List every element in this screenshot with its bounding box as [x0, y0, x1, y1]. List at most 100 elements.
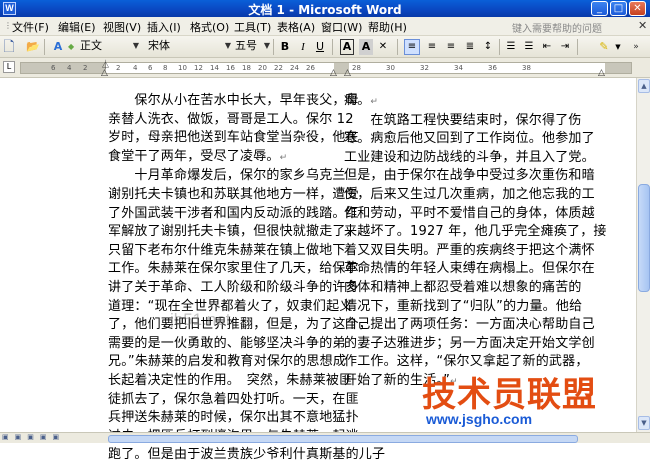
- document-line: 寒。病愈后他又回到了工作岗位。他参加了: [344, 131, 595, 147]
- help-search-input[interactable]: 键入需要帮助的问题: [512, 20, 638, 35]
- font-size-value: 五号: [235, 39, 257, 52]
- bold-button[interactable]: B: [278, 39, 292, 55]
- document-line: 长起着决定性的作用。 突然，朱赫莱被匪: [108, 372, 353, 388]
- ruler-tick: 2: [116, 64, 121, 72]
- menu-format[interactable]: 格式(O): [190, 19, 229, 35]
- view-buttons-icon[interactable]: ▣▣▣▣▣: [2, 433, 102, 444]
- menu-file[interactable]: 文件(F): [12, 19, 49, 35]
- document-close-icon[interactable]: ✕: [638, 19, 649, 33]
- document-line: 只留下老布尔什维克朱赫莱在镇上做地下: [108, 242, 346, 258]
- document-line: 自己提出了两项任务：一方面决心帮助自己: [344, 317, 595, 333]
- ruler-ticks: 6 4 2 2 4 6 8 10 12 14 16 18 20 22 24 26…: [0, 63, 650, 73]
- document-line: 工作。朱赫莱在保尔家里住了几天，给保尔: [108, 261, 359, 277]
- document-line: 谢别托夫卡镇也和苏联其他地方一样，遭受: [108, 186, 359, 202]
- increase-indent-icon[interactable]: ⇥: [558, 39, 572, 55]
- menu-table[interactable]: 表格(A): [277, 19, 315, 35]
- ruler-tick: 28: [352, 64, 361, 72]
- highlight-icon[interactable]: ✎: [597, 39, 611, 55]
- document-line: 亲替人洗衣、做饭，哥哥是工人。保尔 12: [108, 111, 354, 127]
- style-value: 正文: [80, 39, 102, 52]
- italic-button[interactable]: I: [296, 39, 310, 55]
- font-value: 宋体: [148, 39, 170, 52]
- minimize-button[interactable]: _: [591, 1, 608, 16]
- document-line: 十月革命爆发后，保尔的家乡乌克兰: [108, 168, 346, 184]
- document-line: 工业建设和边防战线的斗争，并且入了党。: [344, 149, 595, 165]
- style-dropdown[interactable]: 正文 ▼: [78, 39, 140, 55]
- ruler-tick: 12: [194, 64, 203, 72]
- document-line: 肉体和精神上都忍受着难以想象的痛苦的: [344, 279, 582, 295]
- chevron-down-icon[interactable]: ▼: [614, 39, 622, 55]
- document-line: 食堂干了两年，受尽了凌辱。↵: [108, 148, 288, 164]
- ruler-tick: 32: [420, 64, 429, 72]
- document-line: 革命热情的年轻人束缚在病榻上。但保尔在: [344, 261, 595, 277]
- left-column: 保尔从小在苦水中长大，早年丧父，母 亲替人洗衣、做饭，哥哥是工人。保尔 12 岁时，…: [108, 92, 386, 465]
- vertical-scrollbar[interactable]: ▲ ▼: [636, 78, 650, 432]
- watermark-logo: 技术员联盟: [422, 375, 597, 415]
- document-line: 瘸。↵: [344, 93, 379, 108]
- ruler-tick: 6: [51, 64, 56, 72]
- right-column: 瘸。↵ 在筑路工程快要结束时，保尔得了伤 寒。病愈后他又回到了工作岗位。他参加了工…: [344, 92, 607, 392]
- align-right-button[interactable]: ≡: [443, 39, 459, 55]
- scroll-up-icon[interactable]: ▲: [638, 79, 650, 93]
- watermark-url: www.jsgho.com: [426, 411, 533, 427]
- document-line: 兄。”朱赫莱的启发和教育对保尔的思想成: [108, 354, 347, 370]
- new-document-icon[interactable]: 🗋: [3, 39, 15, 55]
- menu-insert[interactable]: 插入(I): [147, 19, 181, 35]
- scroll-down-icon[interactable]: ▼: [638, 416, 650, 430]
- font-size-dropdown[interactable]: 五号 ▼: [233, 39, 271, 55]
- distributed-align-button[interactable]: ≣: [462, 39, 478, 55]
- ruler-tick: 22: [274, 64, 283, 72]
- h-scroll-thumb[interactable]: [108, 435, 578, 443]
- line-spacing-icon[interactable]: ↕: [481, 39, 495, 55]
- ruler-tick: 38: [522, 64, 531, 72]
- style-pane-icon[interactable]: A: [50, 39, 66, 55]
- open-folder-icon[interactable]: 📂: [26, 39, 40, 55]
- close-button[interactable]: ✕: [629, 1, 646, 16]
- menu-window[interactable]: 窗口(W): [321, 19, 362, 35]
- ruler-tick: 26: [306, 64, 315, 72]
- menu-edit[interactable]: 编辑(E): [58, 19, 96, 35]
- ruler-tick: 20: [258, 64, 267, 72]
- title-bar: W 文档 1 - Microsoft Word _ □ ✕: [0, 0, 650, 17]
- document-line: 跑了。但是由于波兰贵族少爷利什真斯基的儿子: [108, 447, 386, 463]
- menu-help[interactable]: 帮助(H): [368, 19, 407, 35]
- maximize-button[interactable]: □: [610, 1, 627, 16]
- decrease-indent-icon[interactable]: ⇤: [540, 39, 554, 55]
- chevron-down-icon: ▼: [132, 41, 139, 50]
- horizontal-ruler[interactable]: L ⏃ △ △ △ △ 6 4 2 2 4 6 8 10 12 14 16 18…: [0, 58, 650, 78]
- watermark-site: jb51.net: [170, 310, 231, 329]
- scroll-thumb[interactable]: [638, 184, 650, 292]
- document-line: 兵押送朱赫莱的时候，保尔出其不意地猛扑: [108, 410, 359, 426]
- menu-grip-icon: ⋮: [4, 21, 12, 30]
- document-line: 着又双目失明。严重的疾病终于把这个满怀: [344, 242, 595, 258]
- document-line: 但是，由于保尔在战争中受过多次重伤和暗: [344, 168, 595, 184]
- ruler-tick: 4: [133, 64, 138, 72]
- menu-tools[interactable]: 工具(T): [234, 19, 271, 35]
- character-border-button[interactable]: A: [340, 39, 354, 55]
- style-pane-mark-icon: ◆: [68, 42, 75, 51]
- font-dropdown[interactable]: 宋体 ▼: [146, 39, 232, 55]
- ruler-tick: 14: [210, 64, 219, 72]
- ruler-tick: 30: [386, 64, 395, 72]
- character-scale-icon[interactable]: ✕: [376, 39, 390, 55]
- numbering-icon[interactable]: ☰: [504, 39, 518, 55]
- horizontal-scrollbar[interactable]: ▣▣▣▣▣: [0, 432, 650, 443]
- toolbar-options-icon[interactable]: »: [628, 39, 644, 55]
- ruler-tick: 8: [163, 64, 168, 72]
- align-justify-button[interactable]: ≡: [404, 39, 420, 55]
- document-line: 岁时，母亲把他送到车站食堂当杂役，他在: [108, 130, 359, 146]
- document-line: 保尔从小在苦水中长大，早年丧父，母: [108, 93, 359, 108]
- document-line: 在筑路工程快要结束时，保尔得了伤: [344, 112, 582, 128]
- formatting-toolbar: 🗋 📂 A ◆ 正文 ▼ 宋体 ▼ 五号 ▼ B I U A A ✕ ≡ ≡ ≡…: [0, 36, 650, 58]
- document-line: 来越坏了。1927 年，他几乎完全瘫痪了，接: [344, 224, 607, 240]
- align-center-button[interactable]: ≡: [424, 39, 440, 55]
- character-shading-button[interactable]: A: [359, 39, 373, 55]
- ruler-tick: 2: [83, 64, 88, 72]
- menu-view[interactable]: 视图(V): [103, 19, 141, 35]
- bullets-icon[interactable]: ☰: [522, 39, 536, 55]
- document-line: 军解放了谢别托夫卡镇，但很快就撤走了，: [108, 224, 359, 240]
- document-line: 徒抓去了，保尔急着四处打听。一天，在匪: [108, 391, 359, 407]
- document-line: 情况下，重新找到了“归队”的力量。他给: [344, 298, 583, 314]
- underline-button[interactable]: U: [313, 39, 327, 55]
- ruler-tick: 10: [178, 64, 187, 72]
